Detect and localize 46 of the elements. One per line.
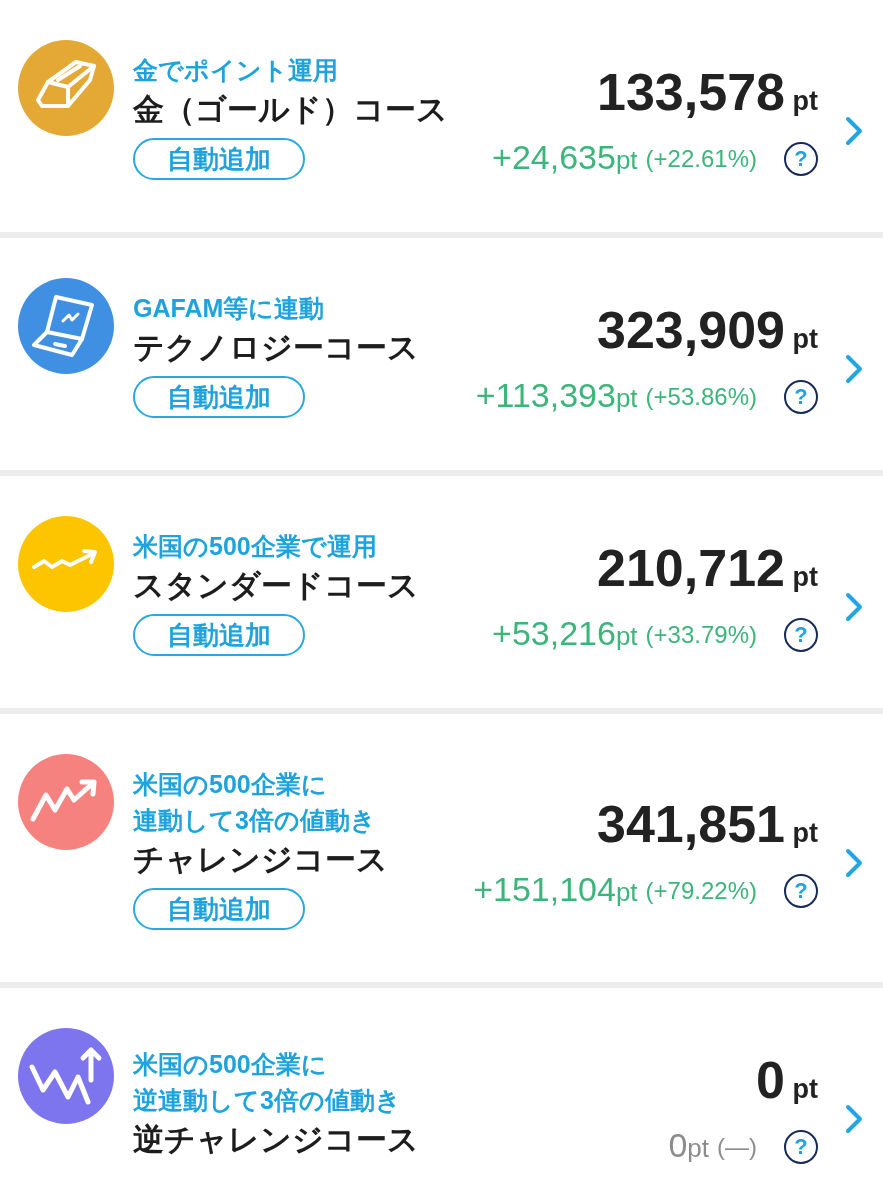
auto-add-button[interactable]: 自動追加 (133, 888, 305, 930)
course-name: スタンダードコース (133, 567, 419, 605)
change-rate: (+79.22%) (645, 875, 757, 906)
help-button[interactable]: ? (784, 873, 818, 908)
auto-add-button[interactable]: 自動追加 (133, 376, 305, 418)
points-change: 0pt (668, 1125, 709, 1166)
points-change: +113,393pt (475, 375, 638, 416)
course-card[interactable]: 金でポイント運用 金（ゴールド）コース 自動追加 133,578 pt +24,635pt (+22.61%) ? (0, 0, 883, 232)
points-balance: 210,712 pt (597, 540, 818, 599)
points-balance: 341,851 pt (597, 796, 818, 855)
course-card[interactable]: 米国の500企業で運用 スタンダードコース 自動追加 210,712 pt +53,216pt (+33.79%) ? (0, 476, 883, 708)
help-button[interactable]: ? (784, 141, 818, 176)
change-rate: (+33.79%) (645, 619, 757, 650)
change-rate: (—) (717, 1131, 757, 1162)
course-name: テクノロジーコース (133, 329, 419, 367)
course-tagline: 連動して3倍の値動き (133, 805, 376, 836)
change-rate: (+53.86%) (645, 381, 757, 412)
chevron-right-icon (845, 354, 863, 384)
points-balance: 133,578 pt (597, 64, 818, 123)
chevron-right-icon (845, 116, 863, 146)
points-balance: 0 pt (756, 1052, 818, 1111)
auto-add-button[interactable]: 自動追加 (133, 138, 305, 180)
course-name: チャレンジコース (133, 841, 388, 879)
help-button[interactable]: ? (784, 1129, 818, 1164)
help-button[interactable]: ? (784, 617, 818, 652)
chevron-right-icon (845, 848, 863, 878)
help-button[interactable]: ? (784, 379, 818, 414)
course-card[interactable]: 米国の500企業に 連動して3倍の値動き チャレンジコース 自動追加 341,851 pt +151,104pt (+79.22%) ? (0, 714, 883, 982)
chevron-right-icon (845, 1104, 863, 1134)
course-tagline: 米国の500企業に (133, 769, 327, 800)
course-card[interactable]: 米国の500企業に 逆連動して3倍の値動き 逆チャレンジコース 0 pt 0pt (—) ? (0, 988, 883, 1200)
course-name: 金（ゴールド）コース (133, 91, 448, 129)
course-tagline: GAFAM等に連動 (133, 293, 325, 324)
course-card[interactable]: GAFAM等に連動 テクノロジーコース 自動追加 323,909 pt +113,393pt (+53.86%) ? (0, 238, 883, 470)
points-change: +151,104pt (473, 869, 638, 910)
auto-add-button[interactable]: 自動追加 (133, 614, 305, 656)
course-tagline: 逆連動して3倍の値動き (133, 1085, 401, 1116)
course-tagline: 米国の500企業で運用 (133, 531, 377, 562)
points-balance: 323,909 pt (597, 302, 818, 361)
course-name: 逆チャレンジコース (133, 1121, 419, 1159)
points-change: +53,216pt (492, 613, 638, 654)
course-tagline: 米国の500企業に (133, 1049, 327, 1080)
course-tagline: 金でポイント運用 (133, 55, 338, 86)
chevron-right-icon (845, 592, 863, 622)
points-change: +24,635pt (492, 137, 638, 178)
change-rate: (+22.61%) (645, 143, 757, 174)
